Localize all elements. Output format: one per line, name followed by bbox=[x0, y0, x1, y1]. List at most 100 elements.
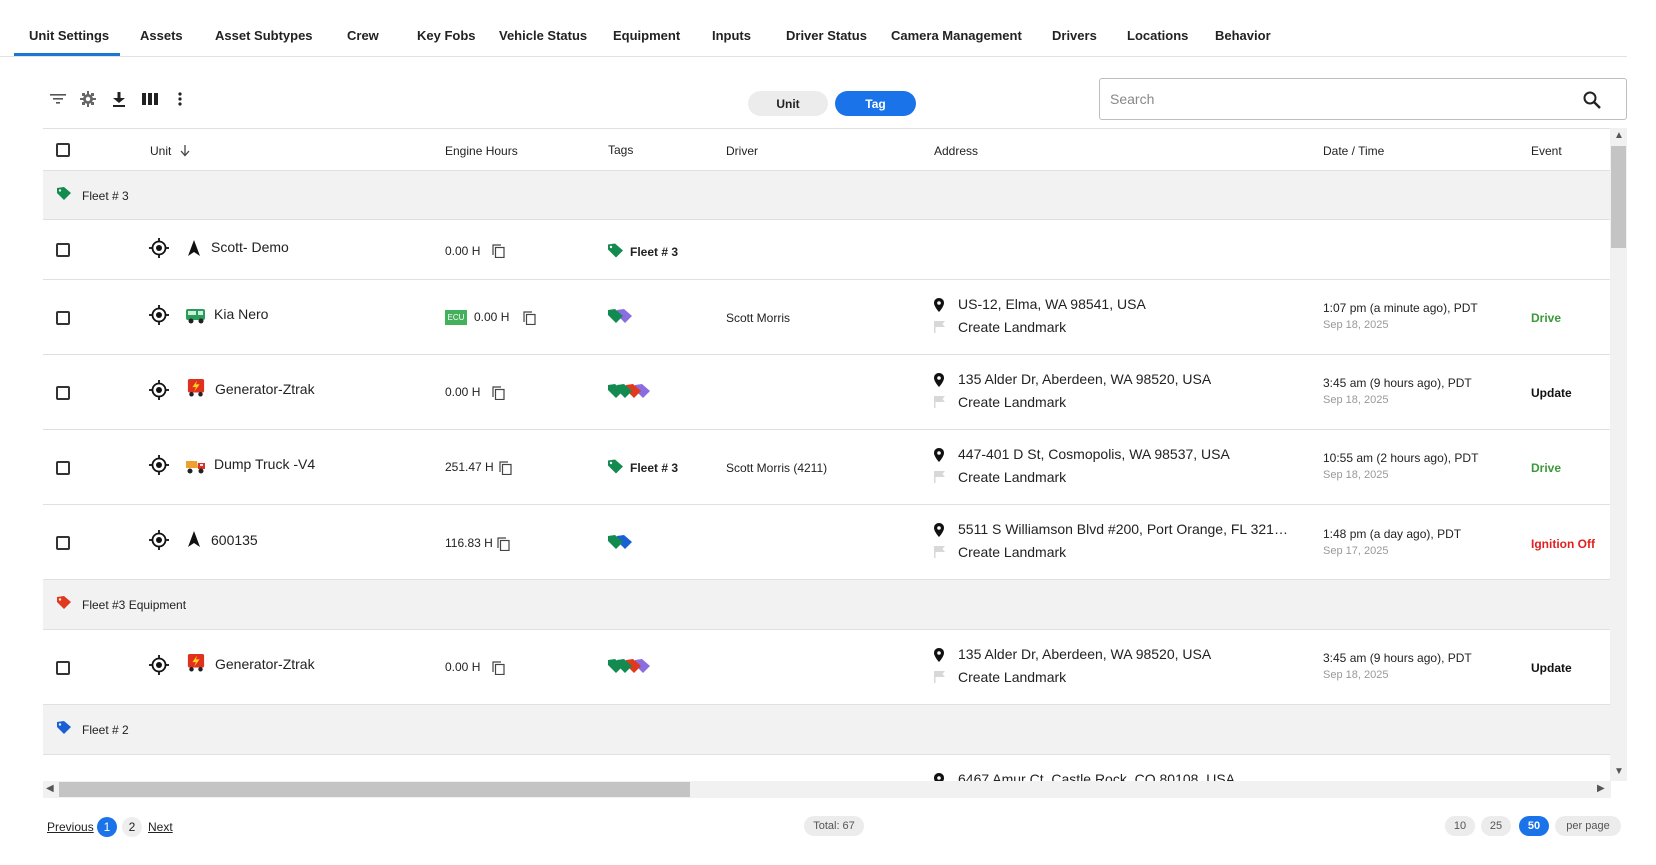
driver-name[interactable]: Scott Morris bbox=[726, 311, 790, 325]
more-vert-icon[interactable] bbox=[170, 89, 190, 109]
create-landmark-link[interactable]: Create Landmark bbox=[958, 319, 1066, 335]
tab-drivers[interactable]: Drivers bbox=[1052, 28, 1097, 43]
horizontal-scrollbar[interactable]: ◀ ▶ bbox=[43, 781, 1611, 798]
tag-view-toggle[interactable]: Tag bbox=[835, 91, 916, 116]
tab-vehicle-status[interactable]: Vehicle Status bbox=[499, 28, 587, 43]
group-header-fleet-3[interactable]: Fleet # 3 bbox=[43, 171, 1611, 220]
table-row[interactable]: Generator-Ztrak 0.00 H 135 Alder Dr, Abe… bbox=[43, 355, 1611, 430]
column-header-date-time[interactable]: Date / Time bbox=[1323, 144, 1384, 158]
driver-name[interactable]: Scott Morris (4211) bbox=[726, 461, 827, 475]
gear-icon[interactable] bbox=[78, 89, 98, 109]
total-count-badge: Total: 67 bbox=[804, 816, 864, 836]
address-text[interactable]: 135 Alder Dr, Aberdeen, WA 98520, USA bbox=[958, 646, 1211, 662]
multi-tag-icon bbox=[608, 659, 650, 673]
address-text[interactable]: 135 Alder Dr, Aberdeen, WA 98520, USA bbox=[958, 371, 1211, 387]
unit-name[interactable]: Generator-Ztrak bbox=[215, 381, 315, 397]
table-row[interactable]: Dump Truck -V4 251.47 H Fleet # 3 Scott … bbox=[43, 430, 1611, 505]
table-row[interactable]: Kia Nero ECU 0.00 H Scott Morris US-12, … bbox=[43, 280, 1611, 355]
next-page-link[interactable]: Next bbox=[148, 820, 173, 834]
search-icon[interactable] bbox=[1582, 90, 1602, 110]
create-landmark-link[interactable]: Create Landmark bbox=[958, 669, 1066, 685]
tab-key-fobs[interactable]: Key Fobs bbox=[417, 28, 476, 43]
locate-crosshair-icon[interactable] bbox=[149, 655, 169, 675]
column-header-event[interactable]: Event bbox=[1531, 144, 1562, 158]
unit-name[interactable]: Kia Nero bbox=[214, 306, 268, 322]
page-2-button[interactable]: 2 bbox=[122, 817, 142, 837]
unit-name[interactable]: Generator-Ztrak bbox=[215, 656, 315, 672]
vertical-scroll-thumb[interactable] bbox=[1611, 146, 1626, 248]
column-header-address[interactable]: Address bbox=[934, 144, 978, 158]
create-landmark-link[interactable]: Create Landmark bbox=[958, 394, 1066, 410]
row-checkbox[interactable] bbox=[56, 311, 70, 325]
select-all-checkbox[interactable] bbox=[56, 143, 70, 157]
locate-crosshair-icon[interactable] bbox=[149, 305, 169, 325]
locate-crosshair-icon[interactable] bbox=[149, 455, 169, 475]
column-header-unit[interactable]: Unit bbox=[150, 144, 171, 158]
unit-name[interactable]: Dump Truck -V4 bbox=[214, 456, 315, 472]
download-icon[interactable] bbox=[109, 89, 129, 109]
address-text[interactable]: 447-401 D St, Cosmopolis, WA 98537, USA bbox=[958, 446, 1230, 462]
locate-crosshair-icon[interactable] bbox=[149, 238, 169, 258]
row-checkbox[interactable] bbox=[56, 461, 70, 475]
table-row[interactable]: Scott- Demo 0.00 H Fleet # 3 bbox=[43, 220, 1611, 280]
dump-truck-icon bbox=[186, 461, 205, 474]
unit-view-toggle[interactable]: Unit bbox=[748, 91, 828, 116]
copy-icon[interactable] bbox=[492, 661, 505, 675]
ecu-badge: ECU bbox=[445, 310, 467, 325]
per-page-25-button[interactable]: 25 bbox=[1481, 816, 1511, 836]
units-table: Unit Engine Hours Tags Driver Address Da… bbox=[43, 128, 1611, 781]
tab-locations[interactable]: Locations bbox=[1127, 28, 1188, 43]
group-header-fleet-2[interactable]: Fleet # 2 bbox=[43, 705, 1611, 755]
multi-tag-icon bbox=[608, 535, 632, 549]
row-checkbox[interactable] bbox=[56, 536, 70, 550]
row-checkbox[interactable] bbox=[56, 386, 70, 400]
group-header-fleet-3-equipment[interactable]: Fleet #3 Equipment bbox=[43, 580, 1611, 630]
table-row[interactable]: 600135 116.83 H 5511 S Williamson Blvd #… bbox=[43, 505, 1611, 580]
tab-assets[interactable]: Assets bbox=[140, 28, 183, 43]
tab-asset-subtypes[interactable]: Asset Subtypes bbox=[215, 28, 313, 43]
address-text[interactable]: US-12, Elma, WA 98541, USA bbox=[958, 296, 1146, 312]
scroll-up-arrow-icon[interactable]: ▲ bbox=[1614, 130, 1624, 141]
copy-icon[interactable] bbox=[523, 311, 536, 325]
columns-icon[interactable] bbox=[140, 89, 160, 109]
table-row[interactable]: 6467 Amur Ct, Castle Rock, CO 80108, USA bbox=[43, 755, 1611, 781]
unit-name[interactable]: 600135 bbox=[211, 532, 258, 548]
filter-icon[interactable] bbox=[48, 89, 68, 109]
per-page-10-button[interactable]: 10 bbox=[1445, 816, 1475, 836]
locate-crosshair-icon[interactable] bbox=[149, 380, 169, 400]
column-header-engine-hours[interactable]: Engine Hours bbox=[445, 144, 518, 158]
tab-equipment[interactable]: Equipment bbox=[613, 28, 680, 43]
previous-page-link[interactable]: Previous bbox=[47, 820, 94, 834]
scroll-right-arrow-icon[interactable]: ▶ bbox=[1597, 783, 1605, 794]
address-text[interactable]: 6467 Amur Ct, Castle Rock, CO 80108, USA bbox=[958, 771, 1235, 781]
vertical-scrollbar[interactable]: ▲ ▼ bbox=[1610, 128, 1627, 781]
tab-inputs[interactable]: Inputs bbox=[712, 28, 751, 43]
column-header-tags[interactable]: Tags bbox=[608, 143, 633, 157]
address-text[interactable]: 5511 S Williamson Blvd #200, Port Orange… bbox=[958, 521, 1288, 537]
table-row[interactable]: Generator-Ztrak 0.00 H 135 Alder Dr, Abe… bbox=[43, 630, 1611, 705]
create-landmark-link[interactable]: Create Landmark bbox=[958, 544, 1066, 560]
scroll-down-arrow-icon[interactable]: ▼ bbox=[1614, 766, 1624, 777]
tab-behavior[interactable]: Behavior bbox=[1215, 28, 1271, 43]
horizontal-scroll-thumb[interactable] bbox=[59, 782, 690, 797]
unit-name[interactable]: Scott- Demo bbox=[211, 239, 289, 255]
tab-camera-management[interactable]: Camera Management bbox=[891, 28, 1022, 43]
tab-unit-settings[interactable]: Unit Settings bbox=[29, 28, 109, 43]
copy-icon[interactable] bbox=[492, 386, 505, 400]
locate-crosshair-icon[interactable] bbox=[149, 530, 169, 550]
copy-icon[interactable] bbox=[497, 537, 510, 551]
copy-icon[interactable] bbox=[499, 461, 512, 475]
sort-arrow-down-icon[interactable] bbox=[180, 145, 190, 157]
create-landmark-link[interactable]: Create Landmark bbox=[958, 469, 1066, 485]
tab-driver-status[interactable]: Driver Status bbox=[786, 28, 867, 43]
page-1-button[interactable]: 1 bbox=[97, 817, 117, 837]
scroll-left-arrow-icon[interactable]: ◀ bbox=[46, 783, 54, 794]
column-header-driver[interactable]: Driver bbox=[726, 144, 758, 158]
search-input[interactable] bbox=[1110, 89, 1550, 109]
per-page-50-button[interactable]: 50 bbox=[1519, 816, 1549, 836]
row-checkbox[interactable] bbox=[56, 243, 70, 257]
tab-crew[interactable]: Crew bbox=[347, 28, 379, 43]
copy-icon[interactable] bbox=[492, 244, 505, 258]
event-status: Update bbox=[1531, 386, 1572, 400]
row-checkbox[interactable] bbox=[56, 661, 70, 675]
